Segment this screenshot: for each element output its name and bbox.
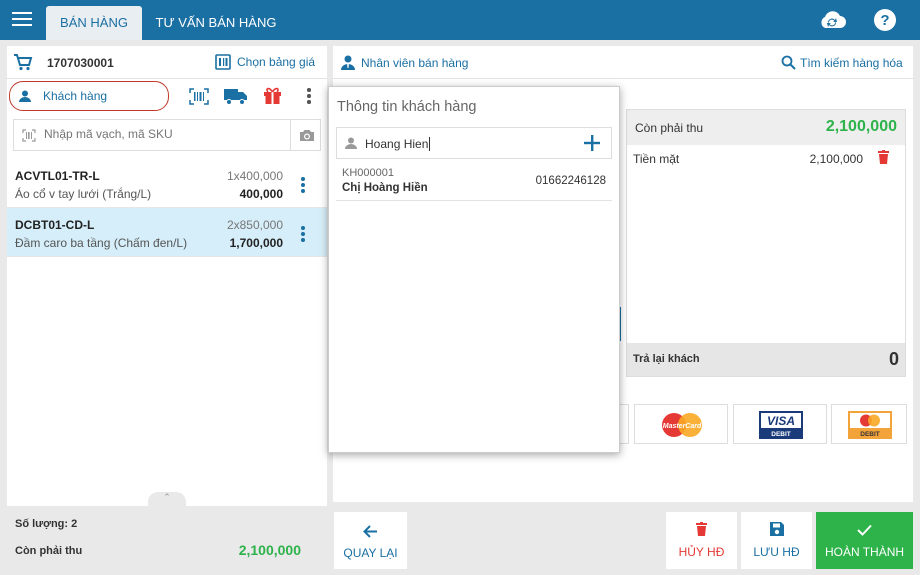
item-code: ACVTL01-TR-L <box>15 169 100 183</box>
save-icon <box>770 522 784 536</box>
customer-label: Khách hàng <box>43 89 108 103</box>
change-value: 0 <box>888 349 899 369</box>
invoice-code: 1707030001 <box>47 56 114 70</box>
trash-icon <box>696 522 707 536</box>
visa-debit-button[interactable]: VISA DEBIT <box>733 404 827 444</box>
item-qty: 2x850,000 <box>226 218 283 232</box>
mastercard-button[interactable]: MasterCard <box>634 404 728 444</box>
cash-row[interactable]: Tiền mặt 2,100,000 <box>627 145 905 171</box>
payment-header: Nhân viên bán hàng Tìm kiếm hàng hóa <box>333 46 913 79</box>
back-label: QUAY LẠI <box>343 546 398 560</box>
sku-search-field[interactable] <box>13 119 321 151</box>
item-desc: Áo cổ v tay lưới (Trắng/L) <box>15 187 152 201</box>
search-icon <box>781 55 796 70</box>
item-amount: 1,700,000 <box>229 236 283 250</box>
cancel-invoice-label: HỦY HĐ <box>678 545 725 559</box>
help-icon[interactable]: ? <box>873 8 897 32</box>
list-item[interactable]: ACVTL01-TR-L Áo cổ v tay lưới (Trắng/L) … <box>7 159 327 208</box>
cart-icon <box>14 54 33 71</box>
choose-price-list-label: Chọn bảng giá <box>237 55 316 69</box>
price-list-icon <box>215 54 231 70</box>
change-label: Trả lại khách <box>633 353 700 365</box>
customer-info-popup: Thông tin khách hàng Hoang Hien KH000001… <box>328 86 620 453</box>
item-amount: 400,000 <box>239 187 283 201</box>
cash-label: Tiền mặt <box>633 152 680 166</box>
item-menu-icon[interactable] <box>301 226 305 242</box>
due-value: 2,100,000 <box>238 542 301 558</box>
customer-phone: 01662246128 <box>535 175 606 187</box>
due-label: Còn phải thu <box>15 545 83 557</box>
staff-icon <box>341 55 355 70</box>
cloud-sync-icon[interactable] <box>818 8 846 32</box>
divider <box>290 120 291 150</box>
complete-label: HOÀN THÀNH <box>824 545 905 559</box>
camera-icon[interactable] <box>299 129 315 142</box>
item-menu-icon[interactable] <box>301 177 305 193</box>
complete-button[interactable]: HOÀN THÀNH <box>816 512 913 569</box>
menu-icon[interactable] <box>12 12 32 28</box>
item-qty: 1x400,000 <box>226 169 283 183</box>
order-panel: 1707030001 Chọn bảng giá Khách hàng Nhập… <box>7 46 327 569</box>
top-bar: BÁN HÀNG TƯ VẤN BÁN HÀNG ? <box>0 0 920 40</box>
search-goods-label: Tìm kiếm hàng hóa <box>800 56 903 70</box>
list-item[interactable]: DCBT01-CD-L Đầm caro ba tầng (Chấm đen/L… <box>7 208 327 257</box>
svg-text:MasterCard: MasterCard <box>663 423 702 430</box>
change-row: Trả lại khách 0 <box>627 343 905 376</box>
tab-tu-van-ban-hang[interactable]: TƯ VẤN BÁN HÀNG <box>150 6 282 40</box>
maestro-debit-button[interactable]: DEBIT <box>831 404 907 444</box>
customer-search-field[interactable]: Hoang Hien <box>336 127 612 159</box>
mastercard-logo: MasterCard <box>662 413 702 437</box>
person-icon <box>345 137 357 149</box>
item-desc: Đầm caro ba tầng (Chấm đen/L) <box>15 236 188 250</box>
barcode-scan-icon[interactable] <box>189 88 209 105</box>
customer-code: KH000001 <box>342 167 394 179</box>
right-due-label: Còn phải thu <box>635 121 704 135</box>
customer-search-value[interactable]: Hoang Hien <box>365 137 431 151</box>
cancel-invoice-button[interactable]: HỦY HĐ <box>666 512 737 569</box>
order-summary: Số lượng: 2 Còn phải thu 2,100,000 <box>7 506 327 569</box>
svg-text:VISA: VISA <box>767 414 795 428</box>
save-invoice-button[interactable]: LƯU HĐ <box>741 512 812 569</box>
search-goods-button[interactable]: Tìm kiếm hàng hóa <box>781 54 909 72</box>
person-icon <box>19 90 31 102</box>
customer-name: Chị Hoàng Hiền <box>342 182 428 194</box>
popup-title: Thông tin khách hàng <box>337 99 477 115</box>
check-icon <box>857 524 872 536</box>
gift-icon[interactable] <box>263 86 282 105</box>
back-button[interactable]: QUAY LẠI <box>334 512 407 569</box>
add-customer-icon[interactable] <box>583 134 601 152</box>
sku-search-input[interactable] <box>44 127 274 141</box>
delete-payment-icon[interactable] <box>878 150 889 164</box>
save-invoice-label: LƯU HĐ <box>753 545 800 559</box>
more-options-icon[interactable] <box>307 88 311 104</box>
due-row: Còn phải thu 2,100,000 <box>627 110 905 145</box>
customer-result-item[interactable]: KH000001 Chị Hoàng Hiền 01662246128 <box>336 162 612 201</box>
arrow-left-icon <box>363 525 377 538</box>
sales-staff-label: Nhân viên bán hàng <box>361 56 469 70</box>
customer-toolbar: Khách hàng <box>7 79 327 115</box>
payment-summary: Còn phải thu 2,100,000 Tiền mặt 2,100,00… <box>626 109 906 377</box>
cash-value: 2,100,000 <box>809 152 863 166</box>
svg-text:DEBIT: DEBIT <box>771 431 791 438</box>
visa-debit-logo: VISA DEBIT <box>759 411 803 439</box>
debit-card-logo: DEBIT <box>848 411 892 439</box>
delivery-truck-icon[interactable] <box>224 88 248 105</box>
svg-text:?: ? <box>880 12 889 29</box>
tab-ban-hang[interactable]: BÁN HÀNG <box>46 6 142 40</box>
item-code: DCBT01-CD-L <box>15 218 95 232</box>
invoice-header: 1707030001 Chọn bảng giá <box>7 46 327 79</box>
right-due-value: 2,100,000 <box>825 118 897 135</box>
barcode-icon <box>22 129 36 142</box>
expand-summary-handle[interactable]: ⌃ <box>148 492 186 506</box>
customer-button[interactable]: Khách hàng <box>9 81 169 111</box>
svg-text:DEBIT: DEBIT <box>860 431 880 438</box>
quantity-summary: Số lượng: 2 <box>15 518 78 530</box>
